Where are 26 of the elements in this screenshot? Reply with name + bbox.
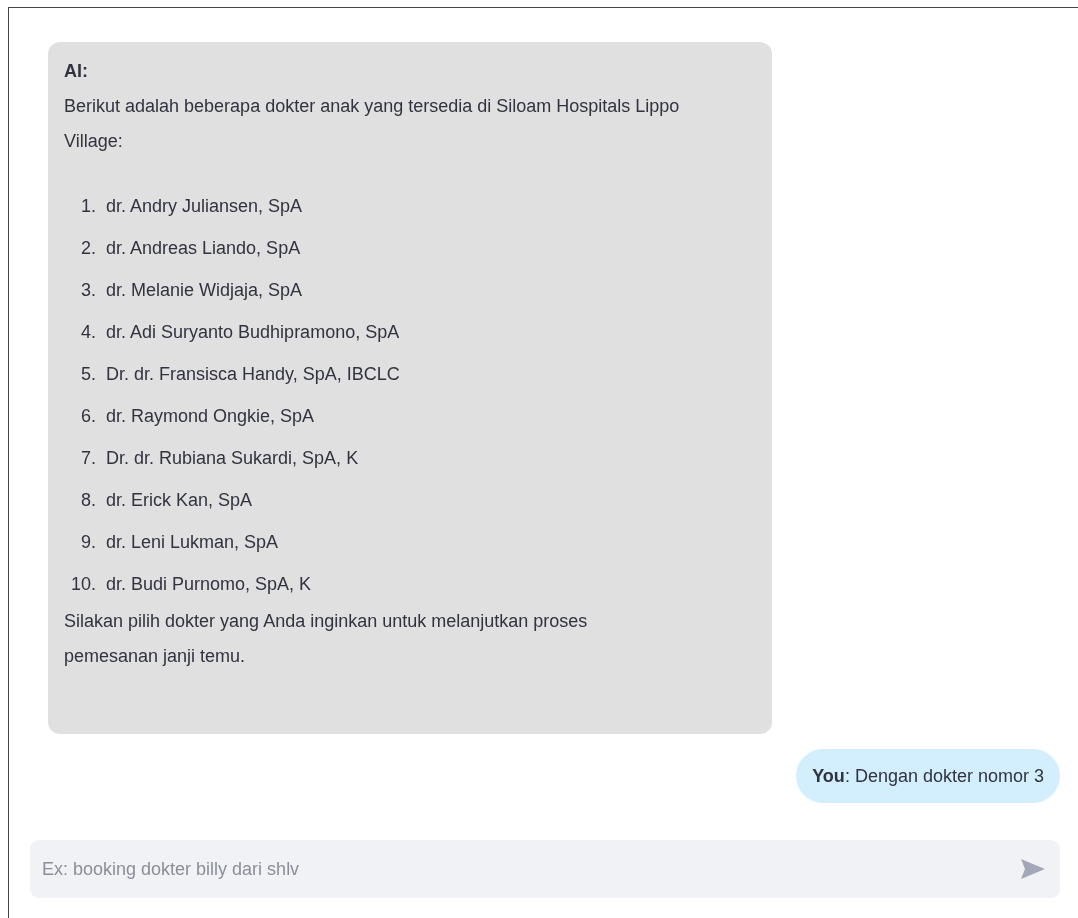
doctor-name: dr. Erick Kan, SpA xyxy=(106,489,253,512)
sender-label: AI: xyxy=(64,60,89,83)
doctor-name: dr. Leni Lukman, SpA xyxy=(106,531,279,554)
list-number: 3. xyxy=(80,279,97,302)
list-number: 8. xyxy=(80,489,97,512)
doctor-name: Dr. dr. Rubiana Sukardi, SpA, K xyxy=(106,447,359,470)
doctor-name: dr. Andry Juliansen, SpA xyxy=(106,195,303,218)
chat-input[interactable]: Ex: booking dokter billy dari shlv xyxy=(30,840,1060,898)
list-number: 10. xyxy=(69,573,97,596)
list-number: 7. xyxy=(80,447,97,470)
doctor-name: dr. Raymond Ongkie, SpA xyxy=(106,405,315,428)
message-text: Berikut adalah beberapa dokter anak yang tersedia di Siloam Hospitals Lippo Village: xyxy=(64,95,681,153)
list-number: 4. xyxy=(80,321,97,344)
list-number: 1. xyxy=(80,195,97,218)
doctor-name: dr. Andreas Liando, SpA xyxy=(106,237,301,260)
list-number: 5. xyxy=(80,363,97,386)
list-number: 9. xyxy=(80,531,97,554)
doctor-name: dr. Budi Purnomo, SpA, K xyxy=(106,573,312,596)
list-number: 2. xyxy=(80,237,97,260)
send-icon[interactable] xyxy=(1020,858,1046,880)
doctor-name: dr. Adi Suryanto Budhipramono, SpA xyxy=(106,321,400,344)
message-text: Silakan pilih dokter yang Anda inginkan untuk melanjutkan proses pemesanan janji temu. xyxy=(64,610,589,668)
user-message: You: Dengan dokter nomor 3 xyxy=(796,749,1060,803)
list-number: 6. xyxy=(80,405,97,428)
doctor-name: dr. Melanie Widjaja, SpA xyxy=(106,279,303,302)
doctor-name: Dr. dr. Fransisca Handy, SpA, IBCLC xyxy=(106,363,400,386)
